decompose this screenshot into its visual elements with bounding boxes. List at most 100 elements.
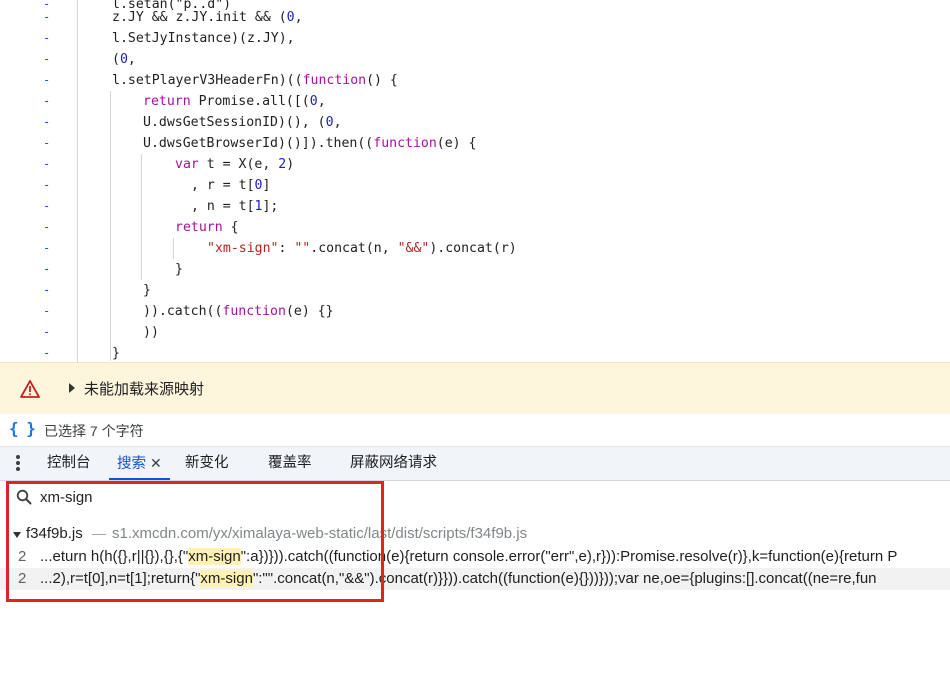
gutter-change-marker: - — [43, 241, 51, 255]
search-result-row[interactable]: 2 ...2),r=t[0],n=t[1];return{"xm-sign":"… — [0, 568, 950, 590]
search-input[interactable] — [40, 485, 380, 509]
code-line[interactable]: - U.dwsGetBrowserId)()]).then((function(e… — [0, 133, 950, 154]
gutter-change-marker: - — [43, 136, 51, 150]
source-map-warning-bar: 未能加载来源映射 — [0, 362, 950, 415]
code-token: 0 — [309, 94, 318, 109]
result-file-header[interactable]: f34f9b.js — s1.xmcdn.com/yx/ximalaya-web… — [0, 524, 950, 546]
result-line-number: 2 — [18, 570, 27, 587]
code-line[interactable]: - return Promise.all([(0, — [0, 91, 950, 112]
code-token: Promise.all([( — [190, 94, 310, 109]
result-snippet: ...eturn h(h({},r||{}),{},{"xm-sign":a})… — [40, 548, 897, 565]
gutter-change-marker: - — [43, 115, 51, 129]
code-text: l.setPlayerV3HeaderFn)((function() { — [112, 70, 398, 91]
gutter-change-marker: - — [43, 304, 51, 318]
code-line[interactable]: - )).catch((function(e) {} — [0, 301, 950, 322]
search-results: f34f9b.js — s1.xmcdn.com/yx/ximalaya-web… — [0, 513, 950, 674]
code-text: var t = X(e, 2) — [175, 154, 294, 175]
gutter-change-marker: - — [43, 220, 51, 234]
selection-status-text: 已选择 7 个字符 — [44, 423, 144, 439]
curly-braces-icon[interactable]: { } — [9, 419, 36, 438]
code-token: var — [175, 157, 199, 172]
code-line[interactable]: - U.dwsGetSessionID)(), (0, — [0, 112, 950, 133]
code-line[interactable]: -} — [0, 280, 950, 301]
code-text: , n = t[1]; — [191, 196, 278, 217]
collapse-caret-icon[interactable] — [13, 532, 21, 538]
code-token: 0 — [286, 10, 295, 25]
search-result-row[interactable]: 2 ...eturn h(h({},r||{}),{},{"xm-sign":a… — [0, 546, 950, 568]
code-token: } — [143, 283, 151, 298]
code-line[interactable]: - , r = t[0] — [0, 175, 950, 196]
code-line[interactable]: - l.setPlayerV3HeaderFn)((function() { — [0, 70, 950, 91]
code-line[interactable]: - z.JY && z.JY.init && (0, — [0, 7, 950, 28]
snippet-before: ...eturn h(h({},r||{}),{},{" — [40, 548, 189, 565]
code-token: , — [333, 115, 342, 130]
code-line[interactable]: - (0, — [0, 49, 950, 70]
selection-status-bar: { } 已选择 7 个字符 — [0, 414, 950, 447]
tab-coverage[interactable]: 覆盖率 — [268, 447, 312, 480]
more-vertical-icon[interactable] — [15, 455, 21, 473]
tab-console[interactable]: 控制台 — [47, 447, 91, 480]
code-token: () { — [366, 73, 398, 88]
code-text: )).catch((function(e) {} — [143, 301, 334, 322]
code-text: return Promise.all([(0, — [143, 91, 326, 112]
code-text: U.dwsGetBrowserId)()]).then((function(e)… — [143, 133, 476, 154]
code-token: z.JY && z.JY.init && ( — [112, 10, 287, 25]
code-token: "&&" — [397, 241, 430, 256]
code-line[interactable]: -} — [0, 259, 950, 280]
code-token: } — [112, 346, 120, 361]
code-line[interactable]: - return { — [0, 217, 950, 238]
indent-guide — [173, 238, 174, 259]
tab-search[interactable]: 搜索 ✕ — [109, 447, 170, 480]
gutter-change-marker: - — [43, 31, 51, 45]
code-token: ( — [112, 52, 120, 67]
active-tab-underline — [109, 478, 170, 480]
code-token: "" — [294, 241, 311, 256]
code-text: l.SetJyInstance)(z.JY), — [112, 28, 295, 49]
code-token: , n = t[ — [191, 199, 255, 214]
indent-guide — [141, 154, 142, 280]
code-token: , — [127, 52, 136, 67]
code-token: ]; — [262, 199, 279, 214]
code-token: ] — [262, 178, 271, 193]
code-line[interactable]: -)) — [0, 322, 950, 343]
indent-guide — [110, 91, 111, 361]
code-token: t = X(e, — [198, 157, 279, 172]
code-token: )) — [143, 325, 159, 340]
tab-label: 新变化 — [185, 455, 229, 471]
code-line[interactable]: - l.SetJyInstance)(z.JY), — [0, 28, 950, 49]
code-token: l.SetJyInstance)(z.JY), — [112, 31, 295, 46]
code-line[interactable]: - var t = X(e, 2) — [0, 154, 950, 175]
warning-text[interactable]: 未能加载来源映射 — [84, 378, 204, 399]
code-token: function — [373, 136, 437, 151]
result-file-name: f34f9b.js — [26, 525, 83, 542]
expand-warning-triangle-icon[interactable] — [69, 383, 75, 393]
code-token: } — [175, 262, 183, 277]
code-line[interactable]: - "xm-sign": "".concat(n, "&&").concat(r) — [0, 238, 950, 259]
snippet-after: ":"".concat(n,"&&").concat(r)}})).catch(… — [252, 570, 877, 587]
match-highlight: xm-sign — [188, 548, 241, 565]
gutter-change-marker: - — [43, 262, 51, 276]
code-token: : — [278, 241, 295, 256]
gutter-change-marker: - — [43, 157, 51, 171]
gutter-change-marker: - — [43, 178, 51, 192]
search-icon — [16, 489, 32, 505]
code-token: (e) {} — [285, 304, 334, 319]
code-editor[interactable]: - l.setan("p..d") - z.JY && z.JY.init && (0… — [0, 0, 950, 362]
code-token: l.setPlayerV3HeaderFn)(( — [112, 73, 303, 88]
code-token: ) — [286, 157, 295, 172]
tab-network-request-blocking[interactable]: 屏蔽网络请求 — [350, 447, 437, 480]
gutter-change-marker: - — [43, 346, 51, 360]
code-text: } — [175, 259, 183, 280]
match-highlight: xm-sign — [200, 570, 253, 587]
code-token: , — [294, 10, 303, 25]
gutter-change-marker: - — [43, 199, 51, 213]
tab-label: 控制台 — [47, 455, 91, 471]
code-line[interactable]: - , n = t[1]; — [0, 196, 950, 217]
gutter-change-marker: - — [43, 73, 51, 87]
tab-changes[interactable]: 新变化 — [185, 447, 229, 480]
close-icon[interactable]: ✕ — [150, 447, 162, 480]
code-line[interactable]: -} — [0, 343, 950, 362]
code-token: 0 — [119, 52, 128, 67]
search-bar — [0, 481, 950, 514]
code-token: , — [317, 94, 326, 109]
